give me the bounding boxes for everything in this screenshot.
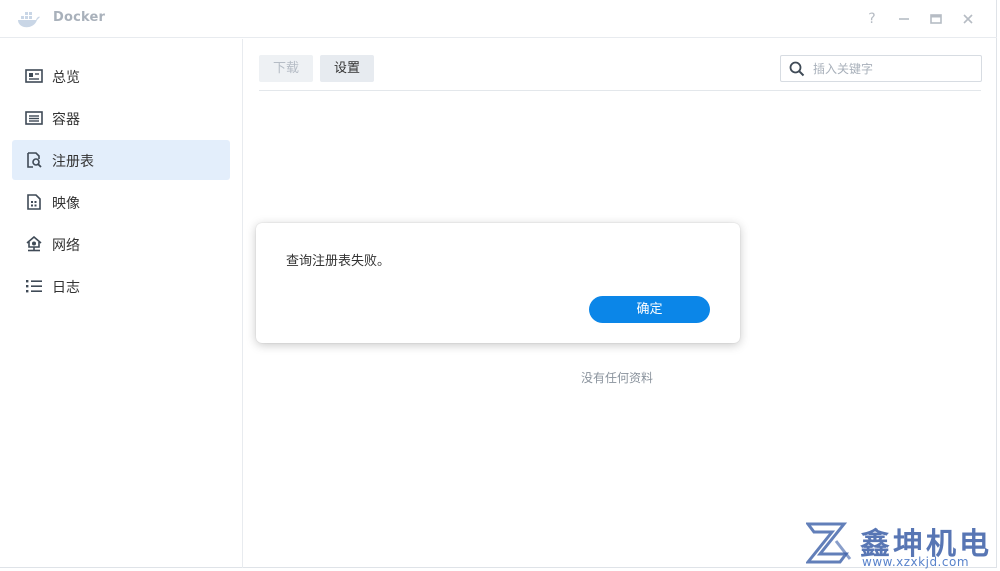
help-button[interactable]: ?: [861, 8, 883, 30]
settings-button[interactable]: 设置: [320, 55, 374, 82]
sidebar-item-network[interactable]: 网络: [12, 224, 230, 264]
sidebar-item-label: 网络: [52, 238, 80, 254]
title-bar: Docker ?: [0, 0, 997, 38]
overview-icon: [25, 69, 43, 83]
sidebar-item-label: 容器: [52, 112, 80, 128]
maximize-button[interactable]: [925, 8, 947, 30]
sidebar-item-container[interactable]: 容器: [12, 98, 230, 138]
sidebar-item-label: 日志: [52, 280, 80, 296]
close-icon: [963, 14, 973, 24]
sidebar-item-label: 总览: [52, 70, 80, 86]
sidebar-item-registry[interactable]: 注册表: [12, 140, 230, 180]
watermark-url: www.xzxkjd.com: [862, 555, 970, 569]
minimize-button[interactable]: [893, 8, 915, 30]
docker-whale-icon: [18, 12, 40, 28]
minimize-icon: [899, 18, 909, 20]
registry-icon: [27, 152, 42, 168]
confirm-button[interactable]: 确定: [589, 296, 710, 323]
toolbar-divider: [259, 90, 981, 91]
log-list-icon: [26, 280, 42, 293]
network-icon: [26, 236, 42, 252]
search-icon: [789, 61, 805, 77]
error-dialog: 查询注册表失败。 确定: [256, 223, 740, 343]
watermark-logo-icon: [806, 522, 852, 564]
search-box: [780, 55, 982, 82]
sidebar-item-label: 注册表: [52, 154, 94, 170]
sidebar-item-image[interactable]: 映像: [12, 182, 230, 222]
close-button[interactable]: [957, 8, 979, 30]
download-button[interactable]: 下载: [259, 55, 313, 82]
window-title: Docker: [53, 10, 106, 25]
container-icon: [25, 111, 43, 125]
sidebar-item-overview[interactable]: 总览: [12, 56, 230, 96]
sidebar-item-label: 映像: [52, 196, 80, 212]
maximize-icon: [930, 14, 942, 24]
sidebar-item-log[interactable]: 日志: [12, 266, 230, 306]
empty-state-text: 没有任何资料: [581, 371, 654, 385]
image-icon: [27, 194, 41, 210]
docker-window: Docker ? 总览 容器 注册表 映像 网络 日志 下载 设置 插入关键字 …: [0, 0, 997, 568]
dialog-message: 查询注册表失败。: [286, 254, 391, 269]
search-input[interactable]: [813, 59, 973, 78]
sidebar: 总览 容器 注册表 映像 网络 日志: [0, 39, 243, 568]
watermark: 鑫坤机电 www.xzxkjd.com: [806, 519, 1000, 571]
